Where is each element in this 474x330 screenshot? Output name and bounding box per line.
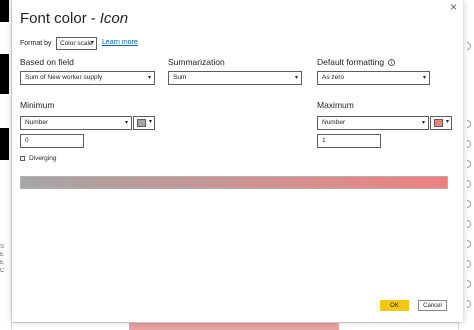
default-formatting-header: Default formatting i [317,57,396,67]
summarization-value: Sum [173,74,187,81]
format-by-select[interactable]: Color scale ▾ [56,37,97,50]
minimum-type-value: Number [25,119,49,126]
visual-fragment [0,54,9,94]
maximum-color-picker[interactable]: ▾ [430,116,452,130]
format-by-value: Color scale [60,40,93,47]
refresh-icon [461,138,473,150]
learn-more-link[interactable]: Learn more [102,39,138,46]
dialog-title-separator: - [90,10,96,27]
refresh-icon [461,258,473,270]
font-color-dialog: × Font color - Icon Format by Color scale … [12,0,463,322]
refresh-icon [461,238,473,250]
default-formatting-select[interactable]: As zero ▾ [317,71,430,85]
default-formatting-value: As zero [322,74,345,81]
chevron-down-icon: ▾ [421,120,425,126]
minimum-value-input[interactable]: 0 [20,134,84,148]
minimum-label: Minimum [20,100,55,110]
chevron-down-icon: ▾ [90,40,94,46]
chevron-down-icon: ▾ [148,119,152,125]
based-on-field-value: Sum of New worker supply [25,74,103,81]
chevron-down-icon: ▾ [422,75,426,81]
maximum-value-input[interactable]: 1 [317,134,381,148]
canvas-text-fragment: E [0,252,5,258]
chevron-down-icon: ▾ [124,120,128,126]
chevron-down-icon: ▾ [294,75,298,81]
dialog-title-main: Font color [20,10,87,27]
info-icon[interactable]: i [388,59,396,66]
default-formatting-label: Default formatting [317,57,385,67]
visual-fragment [0,128,9,160]
dialog-title-target: Icon [99,10,129,27]
minimum-type-select[interactable]: Number ▾ [20,116,132,130]
canvas-text-fragment: S [0,244,5,250]
minimum-color-picker[interactable]: ▾ [133,116,155,130]
cancel-button[interactable]: Cancel [418,300,447,311]
format-by-label: Format by [20,40,52,47]
refresh-icon [461,198,473,210]
refresh-icon [461,298,473,310]
chevron-down-icon: ▾ [147,75,151,81]
refresh-icon [461,278,473,290]
report-canvas-left: S E E C [0,0,12,330]
maximum-type-value: Number [322,119,346,126]
color-scale-preview [20,176,448,189]
maximum-type-select[interactable]: Number ▾ [317,116,429,130]
based-on-field-label: Based on field [20,57,74,67]
diverging-label: Diverging [29,155,57,162]
summarization-label: Summarization [168,57,225,67]
maximum-label: Maximum [317,100,354,110]
diverging-checkbox[interactable] [20,156,25,161]
summarization-select[interactable]: Sum ▾ [168,71,302,85]
based-on-field-select[interactable]: Sum of New worker supply ▾ [20,71,155,85]
visual-fragment [0,0,9,22]
close-icon[interactable]: × [450,0,457,14]
refresh-icon [461,40,473,52]
dialog-title: Font color - Icon [20,10,128,27]
canvas-text-fragment: E [0,260,5,266]
ok-button[interactable]: OK [380,300,409,311]
canvas-text-fragment: C [0,268,5,274]
minimum-color-swatch [137,119,146,127]
refresh-icon [461,218,473,230]
chevron-down-icon: ▾ [445,119,449,125]
refresh-icon [461,158,473,170]
refresh-icon [461,118,473,130]
maximum-color-swatch [434,119,443,127]
visual-fragment [129,323,339,330]
refresh-icon [461,178,473,190]
report-canvas-bottom [12,322,458,330]
